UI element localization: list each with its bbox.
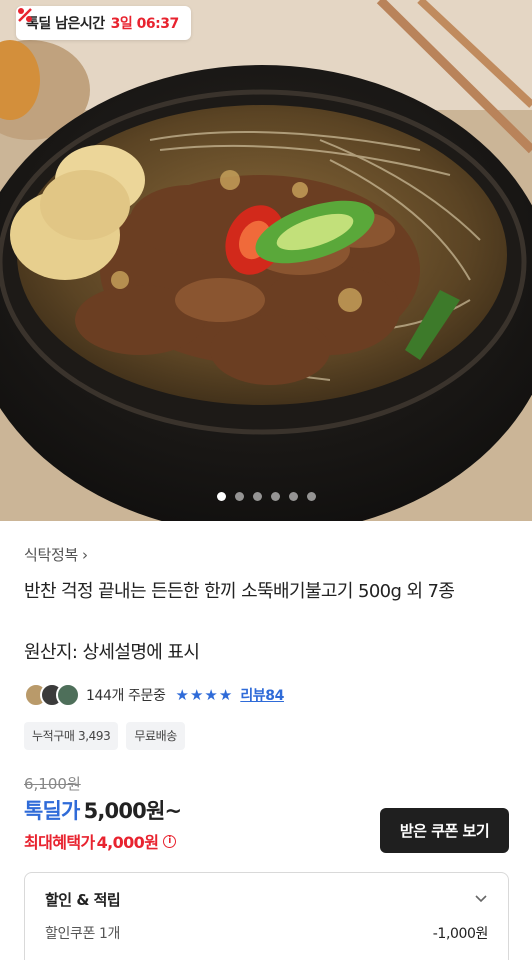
carousel-dot[interactable] — [306, 492, 316, 501]
original-price: 6,100원 — [24, 775, 81, 793]
discount-rewards-panel[interactable]: 할인 & 적립 할인쿠폰 1개 -1,000원 — [24, 872, 509, 960]
buyer-avatars — [24, 683, 80, 707]
star-icon: ★ — [189, 685, 204, 704]
deal-price-value: 5,000원~ — [83, 799, 183, 823]
deal-price-label: 톡딜가 — [24, 799, 80, 823]
info-icon[interactable]: i — [163, 834, 177, 848]
brand-name: 식탁정복 — [24, 546, 79, 564]
chevron-right-icon: › — [82, 545, 88, 564]
chevron-down-icon[interactable] — [474, 891, 488, 905]
tag-free-shipping: 무료배송 — [126, 722, 185, 750]
social-proof-row: 144개 주문중 ★ ★ ★ ★ 리뷰84 — [24, 682, 284, 708]
review-link[interactable]: 리뷰84 — [240, 685, 284, 705]
product-image-carousel[interactable]: 톡딜 남은시간 3일 06:37 — [0, 0, 532, 521]
tag-cumulative-purchases: 누적구매 3,493 — [24, 722, 119, 750]
max-benefit-label: 최대혜택가 — [24, 833, 95, 852]
carousel-dot[interactable] — [252, 492, 262, 501]
carousel-dot[interactable] — [216, 492, 226, 501]
timer-label: 톡딜 남은시간 — [26, 16, 105, 32]
deal-price: 톡딜가 5,000원~ — [24, 795, 183, 825]
avatar — [56, 683, 80, 707]
view-coupons-button[interactable]: 받은 쿠폰 보기 — [380, 808, 509, 853]
product-tags: 누적구매 3,493 무료배송 — [24, 722, 185, 750]
timer-value: 3일 06:37 — [110, 16, 180, 32]
rating-stars: ★ ★ ★ ★ — [175, 685, 233, 704]
carousel-indicator — [0, 492, 532, 501]
product-title: 반찬 걱정 끝내는 든든한 한끼 소뚝배기불고기 500g 외 7종 — [24, 581, 455, 602]
star-icon: ★ — [175, 685, 189, 704]
discount-percent-icon — [18, 8, 32, 22]
max-benefit-value: 4,000원 — [96, 833, 159, 852]
carousel-dot[interactable] — [270, 492, 280, 501]
carousel-dot[interactable] — [234, 492, 244, 501]
coupon-discount-row: 할인쿠폰 1개 -1,000원 — [45, 923, 488, 943]
coupon-discount-label: 할인쿠폰 1개 — [45, 926, 120, 942]
star-icon: ★ — [218, 685, 233, 704]
brand-link[interactable]: 식탁정복 › — [24, 544, 88, 565]
max-benefit-price: 최대혜택가 4,000원 i — [24, 829, 177, 853]
coupon-discount-value: -1,000원 — [432, 926, 489, 942]
product-origin: 원산지: 상세설명에 표시 — [24, 642, 200, 663]
product-photo — [0, 0, 532, 521]
order-count: 144개 주문중 — [86, 688, 166, 704]
star-icon: ★ — [204, 685, 218, 704]
deal-timer-badge: 톡딜 남은시간 3일 06:37 — [16, 6, 191, 40]
discount-heading: 할인 & 적립 — [45, 891, 121, 909]
carousel-dot[interactable] — [288, 492, 298, 501]
